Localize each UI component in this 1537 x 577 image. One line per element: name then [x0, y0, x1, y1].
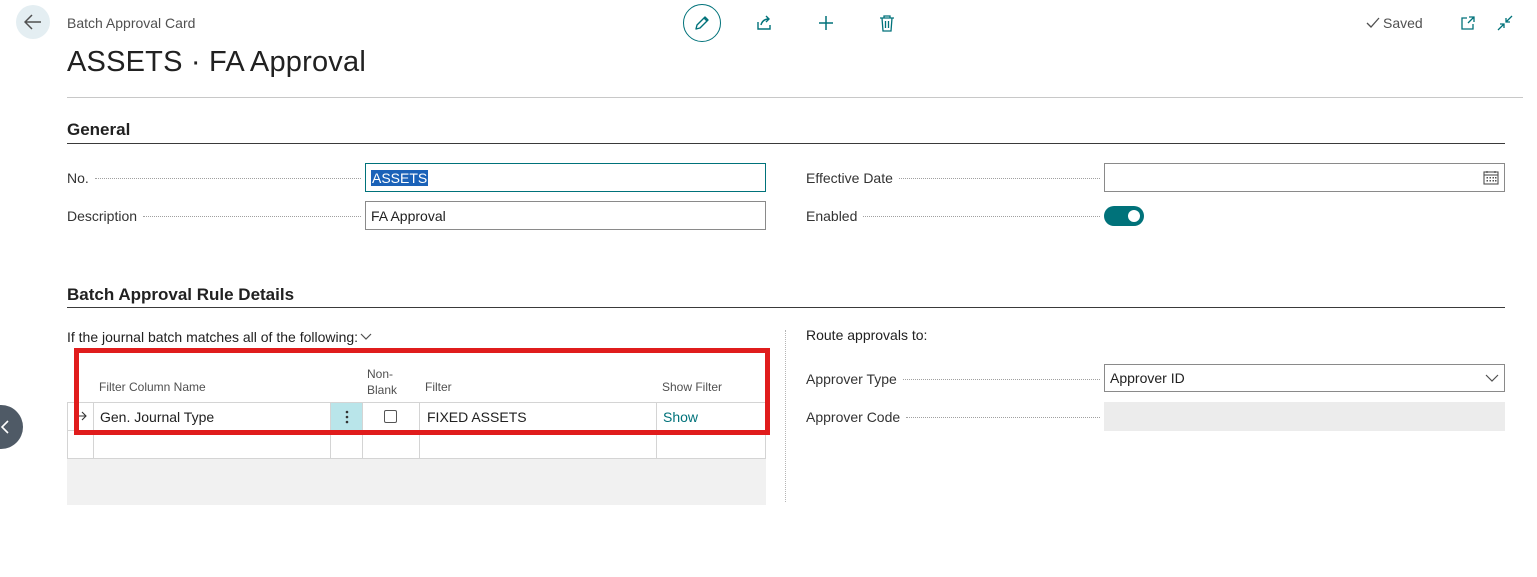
rule-details-section-title[interactable]: Batch Approval Rule Details: [67, 285, 294, 305]
plus-icon: [819, 16, 833, 30]
approver-type-value: Approver ID: [1110, 370, 1185, 386]
popout-icon: [1461, 16, 1475, 30]
grid-empty-area: [67, 459, 766, 505]
side-panel-toggle-button[interactable]: [0, 405, 23, 449]
column-header-filter[interactable]: Filter: [425, 380, 452, 394]
general-section-divider: [67, 143, 1505, 144]
description-input[interactable]: FA Approval: [365, 201, 766, 230]
rule-details-section-divider: [67, 307, 1505, 308]
route-approvals-caption: Route approvals to:: [806, 327, 928, 343]
column-header-non-blank[interactable]: Non- Blank: [367, 366, 397, 398]
filter-caption-text: If the journal batch matches all of the …: [67, 329, 359, 345]
arrow-left-icon: [24, 14, 41, 30]
approver-code-field: [1104, 402, 1505, 431]
current-row-arrow-icon: [76, 411, 87, 421]
filter-condition-dropdown[interactable]: If the journal batch matches all of the …: [67, 329, 372, 345]
show-filter-link[interactable]: Show: [663, 409, 698, 425]
row-actions-button[interactable]: [331, 403, 362, 430]
saved-label: Saved: [1383, 15, 1423, 31]
enabled-label: Enabled: [806, 208, 1100, 224]
checkmark-icon: [1366, 17, 1380, 28]
no-label: No.: [67, 170, 361, 186]
page-title: ASSETS · FA Approval: [67, 46, 366, 78]
non-blank-checkbox[interactable]: [384, 410, 397, 423]
delete-button[interactable]: [875, 11, 899, 35]
approver-type-label: Approver Type: [806, 371, 1100, 387]
trash-icon: [880, 15, 894, 32]
cell-filter-column-name[interactable]: Gen. Journal Type: [100, 409, 214, 425]
effective-date-label: Effective Date: [806, 170, 1100, 186]
description-label: Description: [67, 208, 361, 224]
approver-code-label: Approver Code: [806, 409, 1100, 425]
collapse-button[interactable]: [1495, 13, 1515, 33]
chevron-left-icon: [1, 420, 9, 434]
description-value: FA Approval: [371, 207, 446, 224]
chevron-down-icon: [1485, 374, 1499, 382]
share-button[interactable]: [752, 11, 776, 35]
new-button[interactable]: [814, 11, 838, 35]
approver-type-select[interactable]: Approver ID: [1104, 364, 1505, 392]
column-header-filter-column-name[interactable]: Filter Column Name: [99, 380, 206, 394]
calendar-icon[interactable]: [1483, 170, 1499, 185]
saved-status: Saved: [1366, 15, 1423, 31]
cell-filter[interactable]: FIXED ASSETS: [427, 409, 527, 425]
page-caption: Batch Approval Card: [67, 15, 196, 31]
more-vertical-icon: [345, 410, 348, 423]
no-value: ASSETS: [371, 169, 429, 186]
column-separator: [785, 330, 786, 502]
edit-button[interactable]: [683, 4, 721, 42]
open-new-window-button[interactable]: [1458, 13, 1478, 33]
general-section-title[interactable]: General: [67, 120, 130, 140]
header-divider: [67, 97, 1523, 98]
chevron-down-icon: [360, 333, 372, 340]
column-header-show-filter[interactable]: Show Filter: [662, 380, 722, 394]
collapse-icon: [1497, 15, 1513, 31]
no-input[interactable]: ASSETS: [365, 163, 766, 192]
pencil-icon: [695, 16, 709, 30]
back-button[interactable]: [16, 5, 50, 39]
share-icon: [757, 15, 771, 30]
enabled-toggle[interactable]: [1104, 206, 1144, 226]
effective-date-input[interactable]: [1104, 163, 1505, 192]
